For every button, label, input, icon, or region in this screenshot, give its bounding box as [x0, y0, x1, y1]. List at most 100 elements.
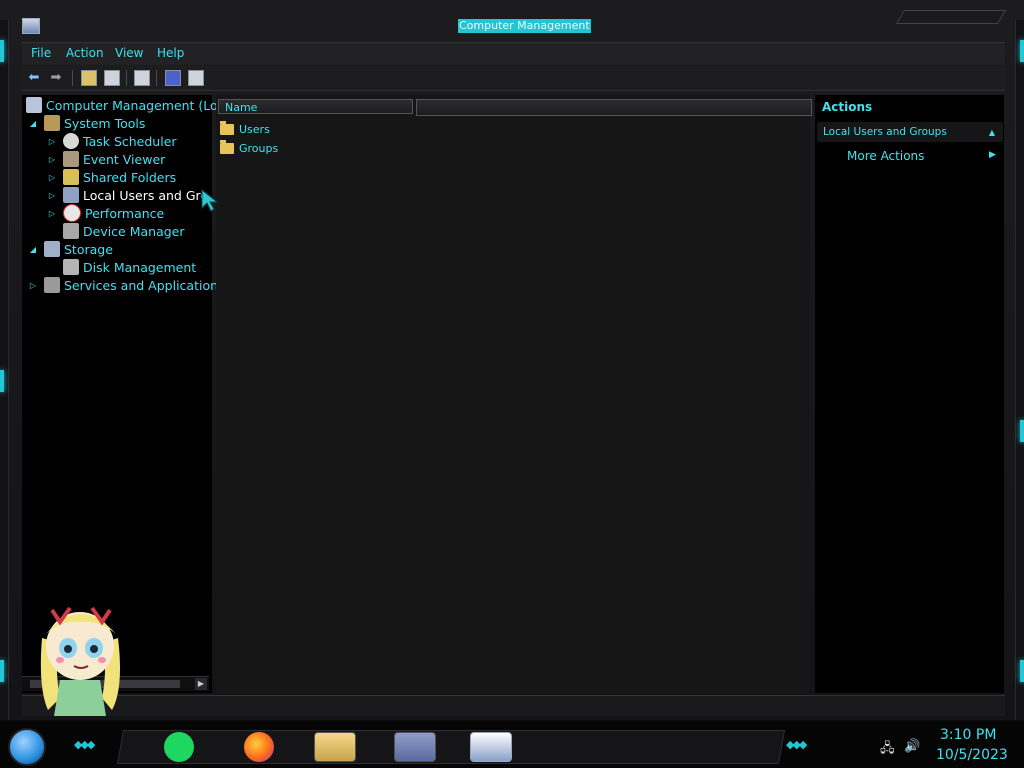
- mouse-cursor-icon: [201, 188, 219, 212]
- actions-section-label: Local Users and Groups: [823, 126, 947, 138]
- scroll-right-icon[interactable]: ▶: [195, 678, 207, 690]
- actions-section-header[interactable]: Local Users and Groups ▲: [817, 122, 1003, 142]
- folder-icon: [220, 120, 234, 135]
- toolbar: ⬅ ➡: [22, 66, 1005, 91]
- notes-app-icon[interactable]: [164, 732, 194, 762]
- volume-icon[interactable]: 🔊: [904, 739, 920, 754]
- toolbar-separator: [156, 70, 157, 86]
- menu-view[interactable]: View: [115, 46, 143, 60]
- device-manager-icon: [63, 223, 79, 239]
- menu-action[interactable]: Action: [66, 46, 104, 60]
- tree-item-performance[interactable]: ▷ Performance: [47, 204, 164, 222]
- tree-item-event-viewer[interactable]: ▷ Event Viewer: [47, 150, 165, 168]
- expanded-chevron-icon[interactable]: ◢: [28, 119, 38, 128]
- submenu-arrow-icon[interactable]: ▶: [989, 150, 996, 160]
- menu-help[interactable]: Help: [157, 46, 184, 60]
- collapsed-chevron-icon[interactable]: ▷: [28, 281, 38, 290]
- users-icon: [63, 187, 79, 203]
- tree-item-task-scheduler[interactable]: ▷ Task Scheduler: [47, 132, 177, 150]
- tree-item-label: System Tools: [64, 115, 146, 131]
- control-panel-icon[interactable]: [394, 732, 436, 762]
- event-viewer-icon: [63, 151, 79, 167]
- file-explorer-icon[interactable]: [314, 732, 356, 762]
- list-item-users[interactable]: Users: [220, 120, 270, 138]
- tree-item-storage[interactable]: ◢ Storage: [28, 240, 113, 258]
- forward-icon[interactable]: ➡: [47, 69, 65, 87]
- computer-management-icon: [26, 97, 42, 113]
- expanded-chevron-icon[interactable]: ◢: [28, 245, 38, 254]
- network-icon[interactable]: 🖧: [880, 739, 895, 761]
- toolbar-separator: [126, 70, 127, 86]
- content-pane: [216, 95, 810, 693]
- tree-item-label: Disk Management: [83, 259, 197, 275]
- status-bar: [22, 695, 1005, 716]
- title-bar[interactable]: Computer Management: [0, 0, 1024, 40]
- window-title: Computer Management: [458, 19, 591, 33]
- tools-icon: [44, 115, 60, 131]
- services-icon: [44, 277, 60, 293]
- frame-glow: [1020, 40, 1024, 62]
- tree-item-label: Shared Folders: [83, 169, 177, 185]
- export-list-icon[interactable]: [134, 70, 150, 86]
- column-header-empty[interactable]: [416, 99, 812, 116]
- menu-file[interactable]: File: [31, 46, 51, 60]
- clock-time[interactable]: 3:10 PM: [940, 727, 996, 743]
- tree-item-label: Device Manager: [83, 223, 185, 239]
- menu-bar: File Action View Help: [22, 42, 1005, 65]
- tree-item-services-and-applications[interactable]: ▷ Services and Applications: [28, 276, 225, 294]
- start-button[interactable]: [8, 728, 46, 766]
- clock-date[interactable]: 10/5/2023: [936, 747, 1008, 763]
- taskbar-decoration: ◆◆◆: [786, 738, 807, 751]
- tree-item-label: Storage: [64, 241, 113, 257]
- collapsed-chevron-icon[interactable]: ▷: [47, 209, 57, 218]
- tree-root[interactable]: Computer Management (Loc: [26, 96, 225, 114]
- tree-item-label: Local Users and Gro: [83, 187, 209, 203]
- computer-management-icon[interactable]: [22, 18, 40, 34]
- column-header-row: Name: [218, 99, 812, 116]
- shared-folder-icon: [63, 169, 79, 185]
- show-hide-tree-icon[interactable]: [104, 70, 120, 86]
- collapsed-chevron-icon[interactable]: ▷: [47, 137, 57, 146]
- disk-icon: [63, 259, 79, 275]
- collapse-up-icon[interactable]: ▲: [989, 128, 995, 137]
- more-actions-link[interactable]: More Actions: [847, 149, 924, 163]
- list-item-label: Users: [239, 122, 270, 136]
- folder-icon: [220, 139, 234, 154]
- tree-item-local-users-and-groups[interactable]: ▷ Local Users and Gro: [47, 186, 208, 204]
- performance-icon: [63, 204, 81, 222]
- frame-glow: [0, 660, 4, 682]
- cartoon-character-sticker: [40, 606, 120, 716]
- collapsed-chevron-icon[interactable]: ▷: [47, 173, 57, 182]
- taskbar-decoration: ◆◆◆: [74, 738, 95, 751]
- list-item-groups[interactable]: Groups: [220, 139, 278, 157]
- tree-item-label: Performance: [85, 205, 165, 221]
- actions-title: Actions: [822, 100, 873, 114]
- actions-pane: [815, 95, 1004, 693]
- clock-icon: [63, 133, 79, 149]
- list-item-label: Groups: [239, 141, 279, 155]
- collapsed-chevron-icon[interactable]: ▷: [47, 191, 57, 200]
- up-folder-icon[interactable]: [81, 70, 97, 86]
- column-header-name[interactable]: Name: [218, 99, 413, 114]
- collapsed-chevron-icon[interactable]: ▷: [47, 155, 57, 164]
- storage-icon: [44, 241, 60, 257]
- help-icon[interactable]: [165, 70, 181, 86]
- tree-item-device-manager[interactable]: Device Manager: [47, 222, 185, 240]
- tree-item-system-tools[interactable]: ◢ System Tools: [28, 114, 145, 132]
- tree-item-label: Services and Applications: [64, 277, 225, 293]
- frame-glow: [0, 40, 4, 62]
- firefox-icon[interactable]: [244, 732, 274, 762]
- toolbar-separator: [72, 70, 73, 86]
- tree-root-label: Computer Management (Loc: [46, 97, 225, 113]
- frame-glow: [1020, 420, 1024, 442]
- frame-glow: [0, 370, 4, 392]
- title-decoration: [895, 10, 1007, 24]
- tree-item-label: Event Viewer: [83, 151, 166, 167]
- taskbar-dock: [117, 730, 785, 764]
- tree-item-shared-folders[interactable]: ▷ Shared Folders: [47, 168, 176, 186]
- show-hide-action-pane-icon[interactable]: [188, 70, 204, 86]
- back-icon[interactable]: ⬅: [25, 69, 43, 87]
- computer-management-icon[interactable]: [470, 732, 512, 762]
- frame-glow: [1020, 660, 1024, 682]
- tree-item-disk-management[interactable]: Disk Management: [47, 258, 196, 276]
